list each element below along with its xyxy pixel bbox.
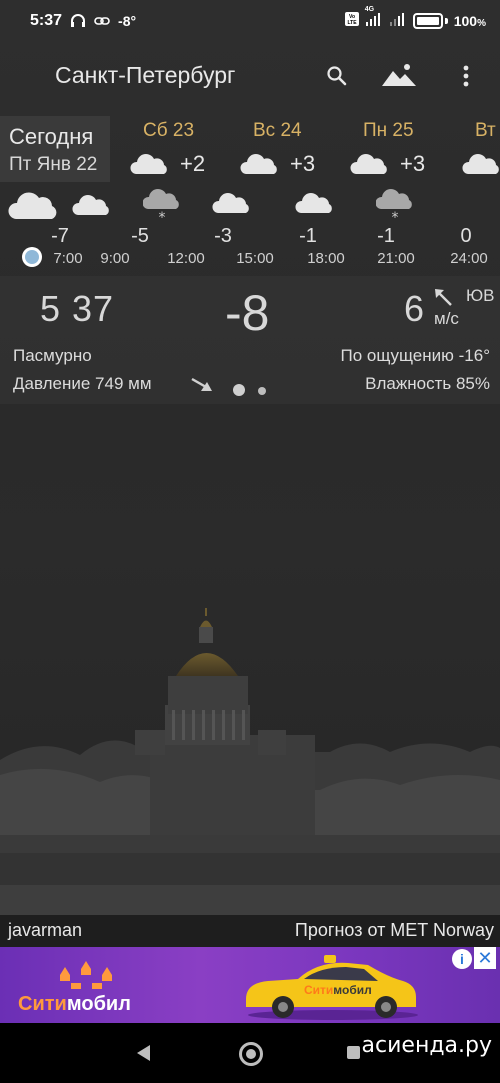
hour-temp: -7 <box>51 225 69 247</box>
status-time: 5:37 <box>30 12 63 29</box>
cloud-icon <box>212 191 252 220</box>
signal-icon: 4G <box>365 6 383 29</box>
condition-text: Пасмурно <box>13 346 92 365</box>
today-label: Сегодня <box>9 124 94 149</box>
status-bar: 5:37 -8° Vo LTE 4G 100% <box>0 0 500 44</box>
cloud-snow-icon: * <box>142 187 181 230</box>
today-date: Пт Янв 22 <box>9 154 98 175</box>
hour-time: 18:00 <box>307 250 345 267</box>
battery-icon <box>412 12 443 29</box>
search-icon[interactable] <box>325 64 349 93</box>
hour-time: 15:00 <box>236 250 274 267</box>
status-temp: -8° <box>118 13 137 29</box>
day-temp: +3 <box>290 151 316 176</box>
battery-tip <box>444 17 448 24</box>
day-name: Пн 25 <box>363 120 414 141</box>
car-brand-text: Ситимобил <box>304 983 372 997</box>
photo-author[interactable]: javarman <box>8 920 82 941</box>
svg-text:LTE: LTE <box>347 20 357 26</box>
current-time: 5 37 <box>40 288 115 329</box>
volte-icon: Vo LTE <box>344 12 359 29</box>
pressure: Давление 749 мм <box>13 374 152 393</box>
city-title[interactable]: Санкт-Петербург <box>55 62 235 89</box>
photo-credit-bar: javarman Прогноз от MET Norway <box>0 915 500 947</box>
cloud-icon <box>240 152 280 181</box>
daily-forecast-strip[interactable]: Сегодня Пт Янв 22 Сб 23 +2 Вс 24 +3 Пн 2… <box>0 113 500 183</box>
wind-unit: м/с <box>434 309 459 328</box>
cloud-icon <box>462 152 500 181</box>
day-name: Вт <box>475 120 496 141</box>
cloud-snow-icon: * <box>375 187 414 230</box>
taxi-car-image: Ситимобил <box>238 953 418 1023</box>
watermark: асиенда.ру <box>361 1033 492 1058</box>
home-icon[interactable] <box>239 1042 263 1066</box>
day-item-tue[interactable]: Вт <box>445 118 500 182</box>
app-bar: Санкт-Петербург <box>0 44 500 108</box>
hour-time: 9:00 <box>100 250 130 267</box>
current-conditions[interactable]: 5 37 -8 6 ЮВ м/с Пасмурно По ощущению -1… <box>0 276 500 404</box>
battery-level: 100% <box>453 12 486 29</box>
cloud-icon <box>350 152 390 181</box>
ad-banner[interactable]: Ситимобил Ситимобил i ✕ <box>0 947 500 1023</box>
cloud-icon <box>8 189 60 226</box>
back-icon[interactable] <box>137 1045 150 1061</box>
landscape-icon[interactable] <box>381 62 417 93</box>
hourly-forecast[interactable]: * * -7 -5 -3 -1 -1 0 7:00 9:00 12:00 15:… <box>0 185 500 275</box>
signal-icon-2 <box>389 12 407 29</box>
link-icon <box>94 14 110 29</box>
day-name: Вс 24 <box>253 120 302 141</box>
page-indicator-dot <box>233 384 245 396</box>
headphones-icon <box>70 13 86 30</box>
pressure-trend-icon <box>190 376 214 399</box>
system-nav-bar: асиенда.ру <box>0 1023 500 1083</box>
cloud-icon <box>295 191 335 220</box>
hour-temp: 0 <box>460 225 472 247</box>
current-temperature: -8 <box>225 285 270 341</box>
citymobil-logo <box>55 955 121 996</box>
hour-temp: -3 <box>214 225 232 247</box>
hour-temp: -5 <box>131 225 149 247</box>
humidity: Влажность 85% <box>365 374 490 393</box>
more-vert-icon[interactable] <box>460 64 472 93</box>
recents-icon[interactable] <box>347 1046 360 1059</box>
day-item-sat[interactable]: Сб 23 +2 <box>113 118 223 182</box>
hour-time: 12:00 <box>167 250 205 267</box>
hour-temp: -1 <box>377 225 395 247</box>
cloud-icon <box>72 193 112 222</box>
day-item-mon[interactable]: Пн 25 +3 <box>333 118 443 182</box>
day-name: Сб 23 <box>143 120 195 141</box>
day-item-sun[interactable]: Вс 24 +3 <box>223 118 333 182</box>
forecast-source[interactable]: Прогноз от MET Norway <box>295 920 494 941</box>
wind-speed: 6 <box>404 288 425 329</box>
today-tab[interactable]: Сегодня Пт Янв 22 <box>0 116 110 182</box>
svg-text:*: * <box>392 210 399 225</box>
day-temp: +2 <box>180 151 206 176</box>
ad-info-icon[interactable]: i <box>452 949 472 969</box>
wind-direction: ЮВ <box>466 286 495 305</box>
hour-temp: -1 <box>299 225 317 247</box>
cloud-icon <box>130 152 170 181</box>
hour-time: 21:00 <box>377 250 415 267</box>
page-indicator-dot <box>258 387 266 395</box>
feels-like: По ощущению -16° <box>340 346 490 365</box>
ad-brand-text: Ситимобил <box>18 993 131 1015</box>
ad-close-icon[interactable]: ✕ <box>474 947 496 969</box>
hour-time: 24:00 <box>450 250 488 267</box>
day-temp: +3 <box>400 151 426 176</box>
svg-text:*: * <box>159 210 166 225</box>
